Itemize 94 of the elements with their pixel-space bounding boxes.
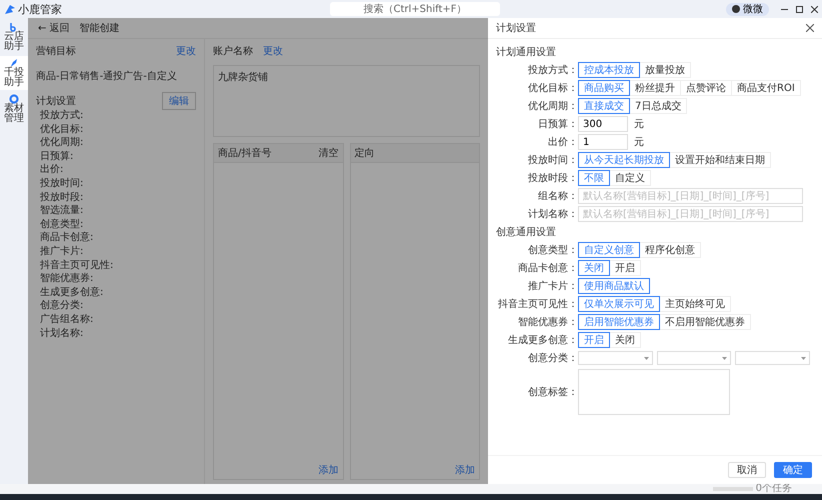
- option-button[interactable]: 设置开始和结束日期: [669, 152, 771, 168]
- cancel-button[interactable]: 取消: [728, 462, 766, 478]
- nav-item[interactable]: 云店助手: [0, 20, 28, 54]
- option-button[interactable]: 使用商品默认: [578, 278, 650, 294]
- option-button[interactable]: 从今天起长期投放: [578, 152, 670, 168]
- field-label: 生成更多创意：: [507, 334, 578, 347]
- option-button[interactable]: 开启: [609, 260, 641, 276]
- confirm-button[interactable]: 确定: [774, 462, 812, 478]
- option-button[interactable]: 开启: [578, 332, 610, 348]
- option-button[interactable]: 不限: [578, 170, 610, 186]
- clear-link[interactable]: 清空: [318, 146, 338, 160]
- option-button[interactable]: 商品支付ROI: [731, 80, 801, 96]
- logo-icon: [4, 4, 16, 14]
- field-label: 组名称：: [537, 190, 578, 203]
- field-label: 创意标签：: [527, 386, 578, 399]
- option-button[interactable]: 主页始终可见: [659, 296, 731, 312]
- field-label: 智选流量:: [40, 204, 84, 218]
- panel-title: 商品/抖音号: [218, 146, 272, 160]
- amount-field[interactable]: 1: [578, 134, 628, 150]
- field-label: 创意类型:: [40, 218, 84, 232]
- field-label: 计划名称:: [40, 326, 84, 340]
- unit-label: 元: [634, 118, 644, 131]
- field-label: 出价:: [40, 163, 64, 177]
- field-label: 投放时间：: [527, 154, 578, 167]
- field-label: 优化目标:: [40, 122, 84, 136]
- maximize-icon[interactable]: [796, 6, 803, 12]
- nav-item[interactable]: 千投助手: [0, 56, 28, 90]
- option-button[interactable]: 粉丝提升: [629, 80, 681, 96]
- section-title: 计划设置: [36, 94, 76, 108]
- option-button[interactable]: 控成本投放: [578, 62, 640, 78]
- field-label: 创意类型：: [527, 244, 578, 257]
- amount-field[interactable]: 300: [578, 116, 628, 132]
- field-label: 抖音主页可见性:: [40, 258, 114, 272]
- back-link[interactable]: ← 返回: [38, 21, 70, 35]
- option-button[interactable]: 点赞评论: [680, 80, 732, 96]
- account-label: 账户名称: [213, 44, 253, 58]
- field-label: 投放时间:: [40, 176, 84, 191]
- option-button[interactable]: 程序化创意: [639, 242, 701, 258]
- field-label: 投放方式:: [40, 109, 84, 123]
- search-field[interactable]: 搜索（Ctrl+Shift+F）: [330, 2, 500, 16]
- field-label: 智能优惠券：: [517, 316, 578, 329]
- field-label: 抖音主页可见性：: [497, 298, 578, 311]
- page-title: 智能创建: [80, 22, 120, 35]
- field-label: 投放时段:: [40, 190, 84, 204]
- close-icon[interactable]: [811, 6, 818, 12]
- caret-icon: [644, 356, 649, 360]
- nav-item[interactable]: 素材管理: [0, 92, 28, 126]
- option-button[interactable]: 7日总成交: [629, 98, 688, 114]
- panel-title: 定向: [354, 146, 374, 160]
- option-button[interactable]: 直接成交: [578, 98, 630, 114]
- field-label: 创意分类：: [527, 352, 578, 365]
- option-button[interactable]: 自定义: [609, 170, 651, 186]
- caret-icon: [722, 356, 728, 360]
- option-button[interactable]: 关闭: [578, 260, 610, 276]
- field-label: 商品卡创意:: [40, 231, 94, 245]
- option-button[interactable]: 关闭: [609, 332, 641, 348]
- name-field[interactable]: 默认名称[营销目标]_[日期]_[时间]_[序号]: [578, 206, 803, 222]
- option-button[interactable]: 放量投放: [639, 62, 691, 78]
- goal-summary: 商品-日常销售-通投广告-自定义: [36, 70, 178, 83]
- section-title: 营销目标: [36, 44, 76, 58]
- field-label: 投放方式：: [527, 64, 578, 77]
- unit-label: 元: [634, 136, 644, 149]
- field-label: 创意分类:: [40, 299, 84, 313]
- option-button[interactable]: 启用智能优惠券: [578, 314, 660, 330]
- field-label: 投放时段：: [527, 172, 578, 185]
- section-title: 创意通用设置: [496, 226, 556, 239]
- user-menu[interactable]: 微微: [726, 2, 769, 16]
- field-label: 商品卡创意：: [517, 262, 578, 275]
- field-label: 推广卡片：: [527, 280, 578, 293]
- field-label: 出价：: [547, 136, 578, 149]
- field-label: 日预算：: [537, 118, 578, 131]
- field-label: 优化周期：: [527, 100, 578, 113]
- caret-icon: [801, 356, 806, 360]
- app-name: 小鹿管家: [18, 2, 62, 16]
- tags-field[interactable]: [578, 369, 730, 415]
- name-field[interactable]: 默认名称[营销目标]_[日期]_[时间]_[序号]: [578, 188, 803, 204]
- option-button[interactable]: 仅单次展示可见: [578, 296, 660, 312]
- ring-icon: [9, 94, 19, 104]
- field-label: 推广卡片:: [40, 244, 84, 259]
- option-button[interactable]: 不启用智能优惠券: [659, 314, 751, 330]
- option-button[interactable]: 商品购买: [578, 80, 630, 96]
- field-label: 计划名称：: [527, 208, 578, 221]
- account-box: 九牌杂货铺: [213, 65, 480, 137]
- field-label: 广告组名称:: [40, 312, 94, 326]
- field-label: 优化周期:: [40, 136, 84, 150]
- avatar-icon: [732, 5, 740, 13]
- field-label: 智能优惠券:: [40, 272, 94, 286]
- close-icon[interactable]: [806, 24, 814, 32]
- field-label: 优化目标：: [527, 82, 578, 95]
- field-label: 生成更多创意:: [40, 286, 104, 300]
- field-label: 日预算:: [40, 150, 74, 164]
- drawer-title: 计划设置: [496, 22, 536, 35]
- option-button[interactable]: 自定义创意: [578, 242, 640, 258]
- section-title: 计划通用设置: [496, 46, 556, 59]
